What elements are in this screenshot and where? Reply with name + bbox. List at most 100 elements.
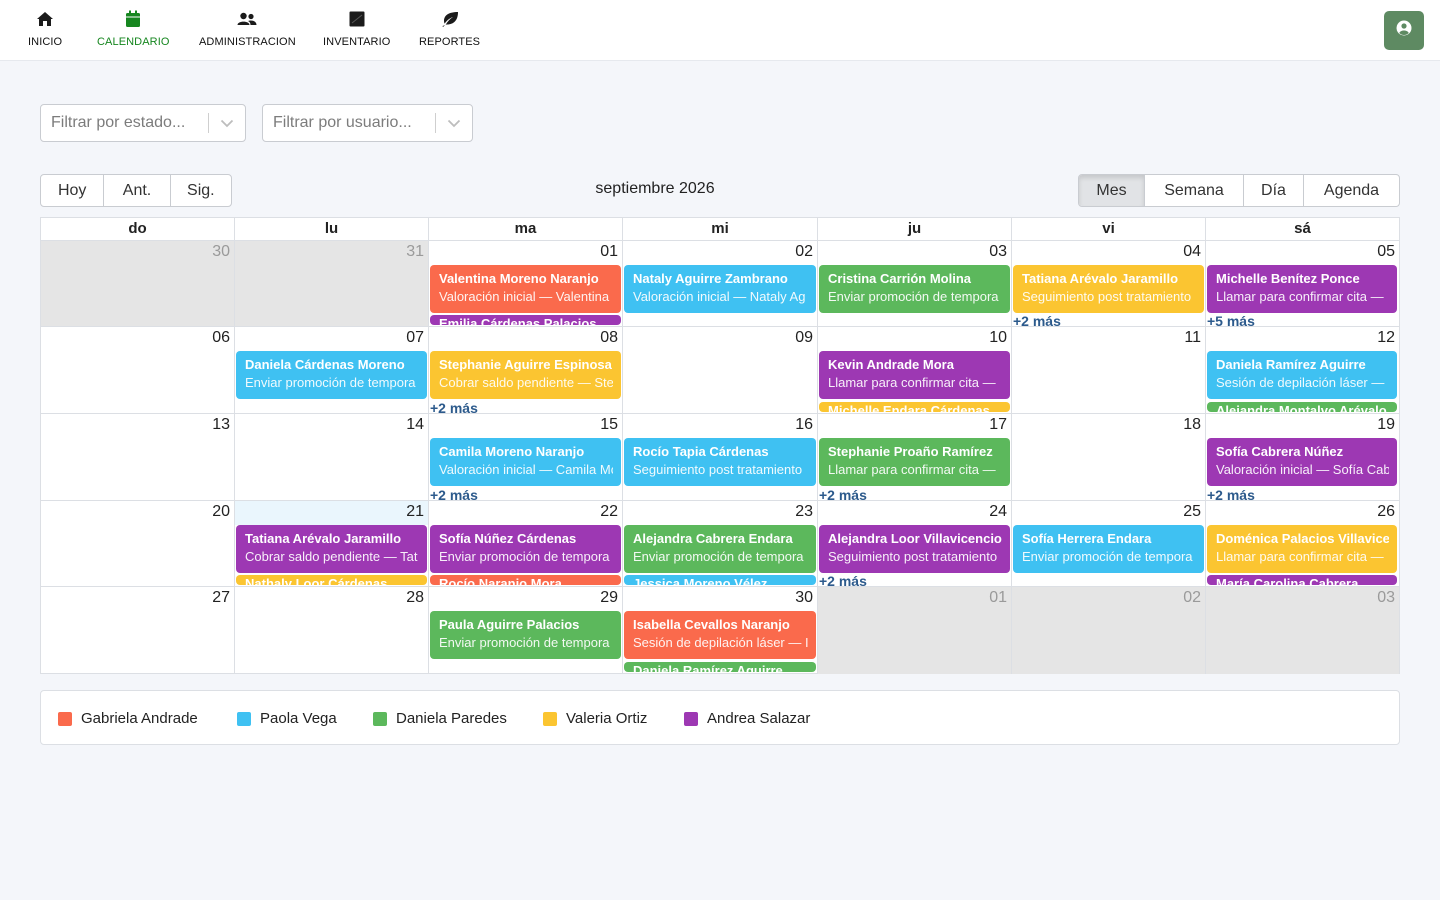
day-cell[interactable]: 01 Valentina Moreno Naranjo Valoración ini… xyxy=(429,241,623,326)
day-number[interactable]: 12 xyxy=(1377,329,1395,347)
day-number[interactable]: 25 xyxy=(1183,503,1201,521)
calendar-event[interactable]: Cristina Carrión Molina Enviar promoción … xyxy=(819,265,1010,313)
calendar-event[interactable]: Isabella Cevallos Naranjo Sesión de depil… xyxy=(624,611,816,659)
day-cell[interactable]: 28 xyxy=(235,587,429,674)
calendar-event[interactable]: Alejandra Montalvo Arévalo xyxy=(1207,402,1397,412)
day-number[interactable]: 18 xyxy=(1183,416,1201,434)
day-number[interactable]: 11 xyxy=(1184,329,1201,347)
calendar-event[interactable]: Jessica Moreno Vélez xyxy=(624,575,816,585)
day-cell[interactable]: 10 Kevin Andrade Mora Llamar para confirma… xyxy=(818,327,1012,413)
day-cell[interactable]: 13 xyxy=(41,414,235,500)
next-button[interactable]: Sig. xyxy=(171,175,231,206)
status-filter-select[interactable]: Filtrar por estado... xyxy=(40,104,246,142)
day-number[interactable]: 01 xyxy=(600,243,618,261)
day-cell[interactable]: 14 xyxy=(235,414,429,500)
chevron-down-icon[interactable] xyxy=(436,119,472,128)
day-number[interactable]: 03 xyxy=(1377,589,1395,607)
day-cell[interactable]: 03 xyxy=(1206,587,1399,674)
day-cell[interactable]: 04 Tatiana Arévalo Jaramillo Seguimiento p… xyxy=(1012,241,1206,326)
nav-inventario[interactable]: INVENTARIO xyxy=(323,9,390,48)
calendar-event[interactable]: Michelle Benítez Ponce Llamar para confir… xyxy=(1207,265,1397,313)
day-cell[interactable]: 17 Stephanie Proaño Ramírez Llamar para co… xyxy=(818,414,1012,500)
calendar-event[interactable]: Tatiana Arévalo Jaramillo Seguimiento pos… xyxy=(1013,265,1204,313)
day-cell[interactable]: 02 Nataly Aguirre Zambrano Valoración inic… xyxy=(623,241,818,326)
calendar-event[interactable]: Camila Moreno Naranjo Valoración inicial … xyxy=(430,438,621,486)
calendar-event[interactable]: Alejandra Loor Villavicencio Seguimiento … xyxy=(819,525,1010,573)
chevron-down-icon[interactable] xyxy=(209,119,245,128)
calendar-event[interactable]: Sofía Cabrera Núñez Valoración inicial — … xyxy=(1207,438,1397,486)
day-number[interactable]: 31 xyxy=(406,243,424,261)
calendar-event[interactable]: Daniela Cárdenas Moreno Enviar promoción … xyxy=(236,351,427,399)
day-number[interactable]: 30 xyxy=(212,243,230,261)
view-month-button[interactable]: Mes xyxy=(1079,175,1145,206)
more-events-link[interactable]: +2 más xyxy=(819,487,867,500)
user-filter-select[interactable]: Filtrar por usuario... xyxy=(262,104,473,142)
day-cell[interactable]: 02 xyxy=(1012,587,1206,674)
day-number[interactable]: 23 xyxy=(795,503,813,521)
calendar-event[interactable]: Nathaly Loor Cárdenas xyxy=(236,575,427,585)
day-number[interactable]: 21 xyxy=(406,503,424,521)
day-number[interactable]: 22 xyxy=(600,503,618,521)
day-cell[interactable]: 16 Rocío Tapia Cárdenas Seguimiento post t… xyxy=(623,414,818,500)
nav-calendario[interactable]: CALENDARIO xyxy=(97,9,170,48)
calendar-event[interactable]: Paula Aguirre Palacios Enviar promoción d… xyxy=(430,611,621,659)
day-number[interactable]: 15 xyxy=(600,416,618,434)
day-cell[interactable]: 01 xyxy=(818,587,1012,674)
day-cell[interactable]: 24 Alejandra Loor Villavicencio Seguimient… xyxy=(818,501,1012,586)
day-number[interactable]: 30 xyxy=(795,589,813,607)
day-number[interactable]: 14 xyxy=(406,416,424,434)
calendar-event[interactable]: Sofía Herrera Endara Enviar promoción de … xyxy=(1013,525,1204,573)
view-day-button[interactable]: Día xyxy=(1244,175,1304,206)
day-number[interactable]: 27 xyxy=(212,589,230,607)
calendar-event[interactable]: Sofía Núñez Cárdenas Enviar promoción de … xyxy=(430,525,621,573)
day-number[interactable]: 07 xyxy=(406,329,424,347)
day-number[interactable]: 03 xyxy=(989,243,1007,261)
user-menu-button[interactable] xyxy=(1384,11,1424,50)
calendar-event[interactable]: Stephanie Proaño Ramírez Llamar para conf… xyxy=(819,438,1010,486)
day-number[interactable]: 24 xyxy=(989,503,1007,521)
day-cell[interactable]: 31 xyxy=(235,241,429,326)
day-number[interactable]: 13 xyxy=(212,416,230,434)
day-number[interactable]: 06 xyxy=(212,329,230,347)
day-cell[interactable]: 27 xyxy=(41,587,235,674)
day-cell[interactable]: 08 Stephanie Aguirre Espinosa Cobrar saldo… xyxy=(429,327,623,413)
day-number[interactable]: 09 xyxy=(795,329,813,347)
nav-administracion[interactable]: ADMINISTRACION xyxy=(199,9,296,48)
calendar-event[interactable]: Alejandra Cabrera Endara Enviar promoción… xyxy=(624,525,816,573)
day-cell[interactable]: 30 xyxy=(41,241,235,326)
day-number[interactable]: 08 xyxy=(600,329,618,347)
more-events-link[interactable]: +2 más xyxy=(430,400,478,413)
nav-reportes[interactable]: REPORTES xyxy=(419,9,480,48)
day-cell[interactable]: 06 xyxy=(41,327,235,413)
day-cell[interactable]: 05 Michelle Benítez Ponce Llamar para conf… xyxy=(1206,241,1399,326)
day-cell[interactable]: 22 Sofía Núñez Cárdenas Enviar promoción d… xyxy=(429,501,623,586)
calendar-event[interactable]: Doménica Palacios Villavicencio Llamar pa… xyxy=(1207,525,1397,573)
day-number[interactable]: 17 xyxy=(989,416,1007,434)
today-button[interactable]: Hoy xyxy=(41,175,105,206)
day-number[interactable]: 02 xyxy=(1183,589,1201,607)
day-cell[interactable]: 19 Sofía Cabrera Núñez Valoración inicial … xyxy=(1206,414,1399,500)
day-cell[interactable]: 12 Daniela Ramírez Aguirre Sesión de depil… xyxy=(1206,327,1399,413)
more-events-link[interactable]: +2 más xyxy=(1207,487,1255,500)
day-cell[interactable]: 26 Doménica Palacios Villavicencio Llamar … xyxy=(1206,501,1399,586)
calendar-event[interactable]: Daniela Ramírez Aguirre Sesión de depilac… xyxy=(1207,351,1397,399)
calendar-event[interactable]: Nataly Aguirre Zambrano Valoración inicia… xyxy=(624,265,816,313)
day-cell[interactable]: 15 Camila Moreno Naranjo Valoración inicia… xyxy=(429,414,623,500)
day-cell[interactable]: 03 Cristina Carrión Molina Enviar promoció… xyxy=(818,241,1012,326)
day-number[interactable]: 20 xyxy=(212,503,230,521)
day-number[interactable]: 29 xyxy=(600,589,618,607)
day-cell[interactable]: 07 Daniela Cárdenas Moreno Enviar promoció… xyxy=(235,327,429,413)
more-events-link[interactable]: +2 más xyxy=(819,573,867,586)
calendar-event[interactable]: Kevin Andrade Mora Llamar para confirmar … xyxy=(819,351,1010,399)
more-events-link[interactable]: +2 más xyxy=(1013,313,1061,326)
nav-inicio[interactable]: INICIO xyxy=(28,9,62,48)
day-cell[interactable]: 29 Paula Aguirre Palacios Enviar promoción… xyxy=(429,587,623,674)
calendar-event[interactable]: Stephanie Aguirre Espinosa Cobrar saldo p… xyxy=(430,351,621,399)
calendar-event[interactable]: Rocío Tapia Cárdenas Seguimiento post tra… xyxy=(624,438,816,486)
day-cell[interactable]: 25 Sofía Herrera Endara Enviar promoción d… xyxy=(1012,501,1206,586)
calendar-event[interactable]: Rocío Naranjo Mora xyxy=(430,575,621,585)
calendar-event[interactable]: Daniela Ramírez Aguirre xyxy=(624,662,816,672)
day-cell[interactable]: 20 xyxy=(41,501,235,586)
day-cell[interactable]: 11 xyxy=(1012,327,1206,413)
day-cell[interactable]: 21 Tatiana Arévalo Jaramillo Cobrar saldo … xyxy=(235,501,429,586)
